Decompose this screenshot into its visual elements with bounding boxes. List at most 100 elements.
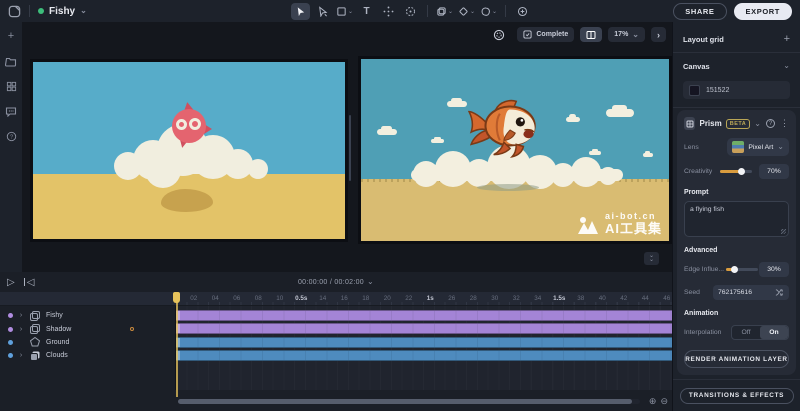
lens-select[interactable]: Pixel Art ⌄ bbox=[727, 138, 789, 156]
assets-grid-icon[interactable] bbox=[4, 79, 18, 93]
onion-skin-icon[interactable] bbox=[487, 27, 511, 42]
creativity-label: Creativity bbox=[684, 168, 712, 175]
zoom-in-icon[interactable]: ⊕ bbox=[649, 396, 657, 407]
transform-tool[interactable] bbox=[379, 3, 398, 20]
timeline-scrollbar[interactable] bbox=[178, 399, 640, 404]
lens-value: Pixel Art bbox=[748, 144, 773, 151]
app-logo-icon[interactable] bbox=[8, 5, 21, 18]
chevron-down-icon: ⌄ bbox=[80, 7, 87, 15]
timeline-header: ▷ ◁ 00:00:00 / 00:02:00⌄ bbox=[0, 272, 672, 292]
interpolation-off-option[interactable]: Off bbox=[732, 326, 760, 339]
layer-name: Shadow bbox=[46, 326, 71, 333]
zoom-out-icon[interactable]: ⊖ bbox=[660, 396, 668, 407]
project-status-dot bbox=[38, 8, 44, 14]
chevron-down-icon[interactable]: ⌄ bbox=[754, 120, 761, 128]
layers-outline-icon bbox=[29, 323, 41, 335]
chat-icon[interactable] bbox=[4, 104, 18, 118]
interpolation-toggle: Off On bbox=[731, 325, 789, 340]
help-icon[interactable]: ? bbox=[4, 129, 18, 143]
fish-shadow bbox=[477, 184, 539, 191]
seed-input[interactable]: 762175616 bbox=[713, 285, 789, 300]
edge-influence-value[interactable]: 30% bbox=[759, 262, 789, 277]
canvas-color-field[interactable]: 151522 bbox=[683, 81, 790, 99]
layers-tool[interactable]: ⌄ bbox=[435, 3, 454, 20]
prompt-textarea[interactable]: a flying fish bbox=[684, 201, 789, 237]
timeline-body: › Fishy › Shadow Ground›Clouds bbox=[0, 306, 672, 390]
layer-name: Fishy bbox=[46, 312, 63, 319]
project-name: Fishy bbox=[49, 6, 75, 17]
app-window: Fishy ⌄ ⌄ T ⌄ ⌄ ⌄ bbox=[0, 0, 800, 411]
layer-row-shadow[interactable]: › Shadow bbox=[0, 322, 175, 335]
shuffle-icon[interactable] bbox=[775, 288, 784, 297]
time-display[interactable]: 00:00:00 / 00:02:00⌄ bbox=[0, 278, 672, 286]
seed-value: 762175616 bbox=[718, 289, 752, 296]
layer-track-clouds[interactable] bbox=[176, 349, 672, 362]
canvas-section-header[interactable]: Canvas ⌄ bbox=[673, 53, 800, 79]
layout-grid-label: Layout grid bbox=[683, 35, 724, 44]
divider bbox=[29, 5, 30, 17]
prism-header[interactable]: Prism BETA ⌄ ? ⋮ bbox=[684, 117, 789, 130]
slider-knob[interactable] bbox=[738, 168, 745, 175]
text-tool[interactable]: T bbox=[357, 3, 376, 20]
ruler-tick: 26 bbox=[441, 295, 463, 302]
layer-color-dot bbox=[8, 313, 13, 318]
slider-knob[interactable] bbox=[731, 266, 738, 273]
canvas-controls: Complete 17% ⌄ › bbox=[487, 27, 666, 42]
split-view-button[interactable] bbox=[580, 27, 602, 42]
help-icon[interactable]: ? bbox=[766, 119, 775, 128]
ruler-tick: 32 bbox=[506, 295, 528, 302]
complete-label: Complete bbox=[536, 31, 568, 38]
layer-track-shadow[interactable] bbox=[176, 322, 672, 335]
share-button[interactable]: SHARE bbox=[673, 3, 726, 20]
project-switcher[interactable]: Fishy ⌄ bbox=[38, 6, 87, 17]
timeline-ruler[interactable]: 02040608100.5s14161820221s26283032341.5s… bbox=[0, 292, 672, 306]
canvas-section-label: Canvas bbox=[683, 62, 710, 71]
shape-tool[interactable]: ⌄ bbox=[335, 3, 354, 20]
creativity-slider[interactable] bbox=[720, 170, 752, 173]
layer-track-ground[interactable] bbox=[176, 336, 672, 349]
add-layout-grid-button[interactable]: + bbox=[784, 33, 790, 45]
export-button[interactable]: EXPORT bbox=[734, 3, 792, 20]
prompt-label: Prompt bbox=[684, 189, 789, 196]
canvas-color-value: 151522 bbox=[706, 87, 729, 94]
collapse-canvas-button[interactable]: ⌄ ⌄ bbox=[644, 252, 659, 265]
diamond-tool[interactable]: ⌄ bbox=[457, 3, 476, 20]
timeline-scroll-row: ⊕ ⊖ bbox=[0, 397, 672, 405]
edge-influence-slider[interactable] bbox=[726, 268, 758, 271]
chevron-right-icon[interactable]: › bbox=[18, 312, 24, 319]
rotate-tool[interactable] bbox=[401, 3, 420, 20]
chevron-right-icon[interactable]: › bbox=[18, 352, 24, 359]
fish-shadow bbox=[161, 189, 213, 212]
folder-icon[interactable] bbox=[4, 54, 18, 68]
ruler-tick: 42 bbox=[613, 295, 635, 302]
split-divider-handle[interactable] bbox=[349, 115, 351, 181]
layer-track-fishy[interactable] bbox=[176, 309, 672, 322]
node-select-tool[interactable] bbox=[313, 3, 332, 20]
color-swatch[interactable] bbox=[689, 85, 700, 96]
layer-row-fishy[interactable]: › Fishy bbox=[0, 309, 175, 322]
source-frame[interactable] bbox=[33, 62, 345, 239]
beta-badge: BETA bbox=[726, 119, 751, 129]
render-animation-layer-button[interactable]: RENDER ANIMATION LAYER bbox=[684, 350, 789, 368]
ruler-tick: 34 bbox=[527, 295, 549, 302]
complete-button[interactable]: Complete bbox=[517, 27, 574, 42]
blob-shape-tool[interactable]: ⌄ bbox=[479, 3, 498, 20]
rendered-frame[interactable]: ai-bot.cn AI工具集 bbox=[361, 59, 669, 241]
add-icon[interactable]: + bbox=[4, 29, 18, 43]
add-circle-tool[interactable] bbox=[513, 3, 532, 20]
zoom-level-select[interactable]: 17% ⌄ bbox=[608, 27, 645, 42]
creativity-value[interactable]: 70% bbox=[759, 164, 789, 179]
select-tool[interactable] bbox=[291, 3, 310, 20]
transitions-effects-button[interactable]: TRANSITIONS & EFFECTS bbox=[680, 388, 794, 404]
chevron-right-icon[interactable]: › bbox=[18, 326, 24, 333]
modified-indicator bbox=[130, 327, 134, 331]
prism-panel: Prism BETA ⌄ ? ⋮ Lens Pixel Art ⌄ Creati… bbox=[677, 110, 796, 375]
scrollbar-thumb[interactable] bbox=[178, 399, 632, 404]
interpolation-on-option[interactable]: On bbox=[760, 326, 788, 339]
layer-row-clouds[interactable]: ›Clouds bbox=[0, 349, 175, 362]
watermark-logo-icon bbox=[576, 216, 600, 236]
next-frame-button[interactable]: › bbox=[651, 27, 666, 42]
layer-row-ground[interactable]: Ground bbox=[0, 336, 175, 349]
kebab-menu-icon[interactable]: ⋮ bbox=[780, 118, 789, 129]
interpolation-label: Interpolation bbox=[684, 329, 721, 336]
